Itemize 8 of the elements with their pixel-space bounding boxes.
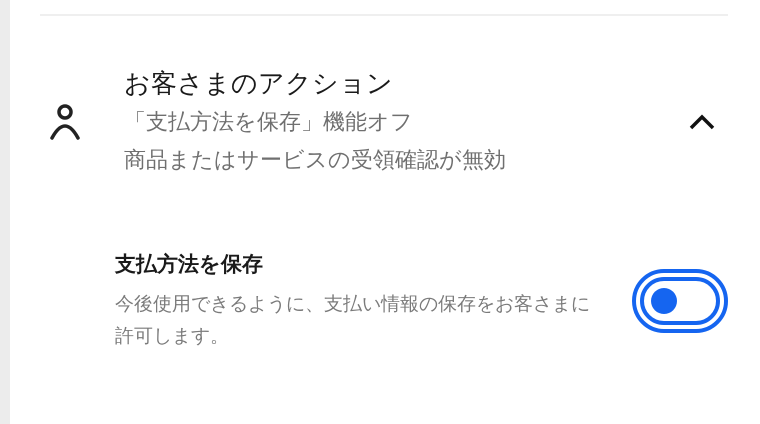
- section-title: お客さまのアクション: [124, 68, 394, 100]
- setting-description: 今後使用できるように、支払い情報の保存をお客さまに許可します。: [115, 292, 591, 349]
- setting-title: 支払方法を保存: [115, 251, 264, 278]
- chevron-icon[interactable]: [688, 113, 716, 131]
- person-icon: [50, 104, 80, 140]
- summary-text: 商品またはサービスの受領確認が無効: [124, 147, 507, 175]
- summary-text: 「支払方法を保存」機能オフ: [124, 109, 414, 137]
- toggle-switch[interactable]: [632, 269, 728, 333]
